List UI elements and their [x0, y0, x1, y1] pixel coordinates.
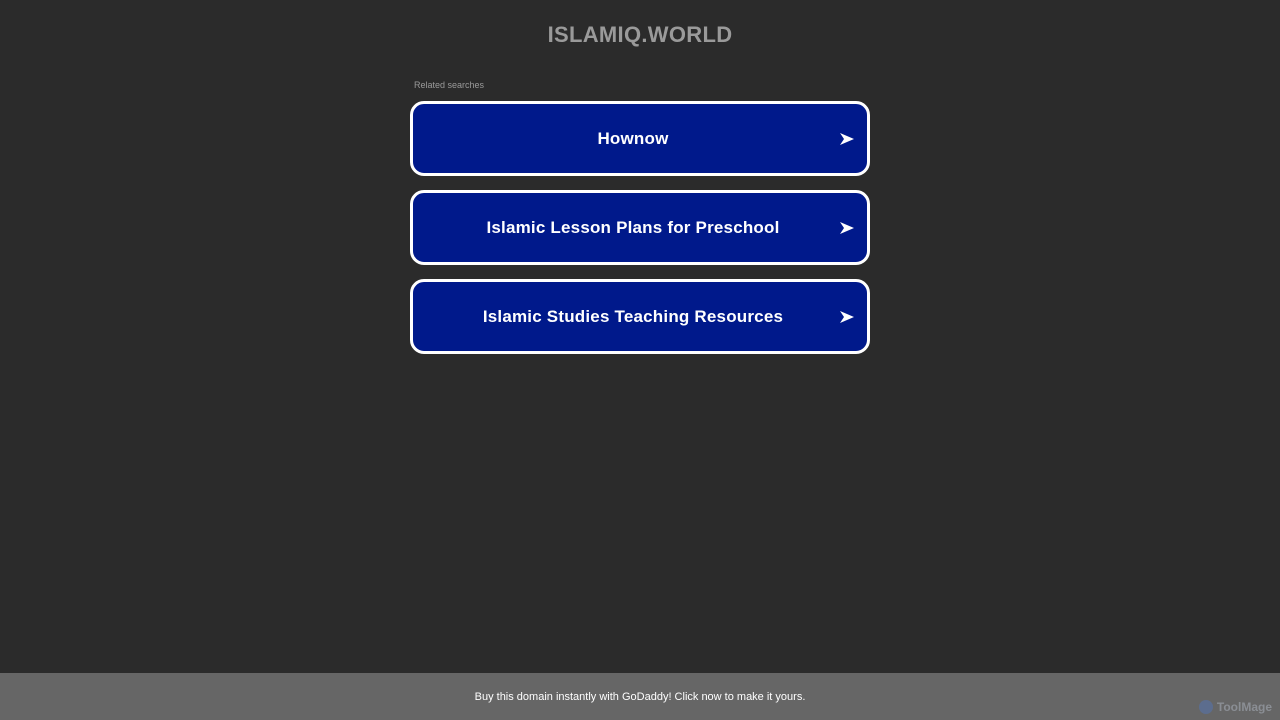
- domain-title: ISLAMIQ.WORLD: [547, 22, 733, 47]
- watermark-text: ToolMage: [1216, 700, 1272, 714]
- related-searches-label: Related searches: [414, 80, 485, 90]
- arrow-right-icon: [840, 310, 854, 323]
- buy-domain-text: Buy this domain instantly with GoDaddy! …: [474, 690, 806, 703]
- related-search-label: Islamic Lesson Plans for Preschool: [486, 217, 780, 237]
- related-search-label: Hownow: [597, 128, 669, 148]
- related-search-item-islamic-lesson-plans[interactable]: Islamic Lesson Plans for Preschool: [410, 190, 870, 265]
- toolmage-logo-icon: [1198, 700, 1213, 714]
- watermark: ToolMage: [1198, 700, 1272, 714]
- related-search-item-islamic-studies-resources[interactable]: Islamic Studies Teaching Resources: [410, 279, 870, 354]
- related-search-item-hownow[interactable]: Hownow: [410, 101, 870, 176]
- related-searches-list: Hownow Islamic Lesson Plans for Preschoo…: [410, 101, 870, 368]
- page: ISLAMIQ.WORLD Related searches Hownow Is…: [0, 0, 1280, 720]
- arrow-right-icon: [840, 132, 854, 145]
- related-search-label: Islamic Studies Teaching Resources: [482, 306, 784, 326]
- arrow-right-icon: [840, 221, 854, 234]
- buy-domain-banner[interactable]: Buy this domain instantly with GoDaddy! …: [0, 673, 1280, 720]
